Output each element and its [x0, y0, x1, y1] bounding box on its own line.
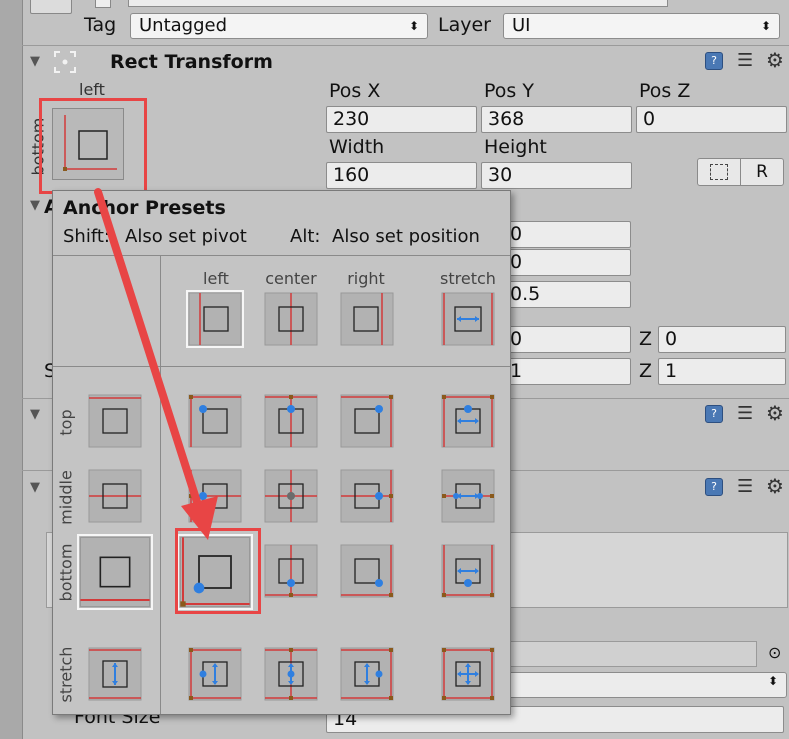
tag-dropdown[interactable]: Untagged ⬍ — [130, 13, 428, 39]
book-icon[interactable]: ? — [705, 52, 723, 70]
foldout-arrow-icon[interactable]: ▼ — [30, 54, 40, 69]
rect-transform-title: Rect Transform — [110, 51, 273, 73]
row-head-top: top — [56, 409, 76, 436]
anchor-min-field[interactable]: 0 — [503, 221, 631, 248]
rect-transform-icon — [52, 49, 78, 75]
dropdown-arrow-icon: ⬍ — [767, 674, 778, 688]
rotation-y-field[interactable]: 0 — [503, 326, 631, 353]
anchor-h-label: left — [79, 80, 105, 99]
preset-v-stretch[interactable] — [88, 647, 142, 701]
anchor-presets-popup: Anchor Presets Shift: Also set pivot Alt… — [52, 190, 511, 715]
preset-h-left[interactable] — [186, 290, 244, 348]
pos-z-field[interactable]: 0 — [636, 106, 787, 133]
preset-middle-left[interactable] — [188, 469, 242, 523]
sliders-icon[interactable]: ☰ — [737, 403, 753, 424]
preset-middle-right[interactable] — [340, 469, 394, 523]
col-head-center: center — [265, 269, 317, 288]
shift-hint: Also set pivot — [125, 226, 247, 247]
gear-icon[interactable]: ⚙ — [766, 474, 784, 498]
preset-v-bottom[interactable] — [77, 534, 153, 610]
tag-label: Tag — [84, 14, 117, 36]
pos-x-field[interactable]: 230 — [326, 106, 477, 133]
preset-bottom-stretch[interactable] — [441, 544, 495, 598]
rotation-z-field[interactable]: 0 — [658, 326, 786, 353]
foldout-arrow-icon[interactable]: ▼ — [30, 407, 40, 422]
pos-z-label: Pos Z — [639, 80, 691, 102]
scale-z-field[interactable]: 1 — [658, 358, 786, 385]
preset-top-stretch[interactable] — [441, 394, 495, 448]
scale-y-field[interactable]: 1 — [503, 358, 631, 385]
shift-key-label: Shift: — [63, 226, 110, 247]
dropdown-arrow-icon: ⬍ — [760, 19, 771, 33]
preset-middle-center[interactable] — [264, 469, 318, 523]
book-icon[interactable]: ? — [705, 405, 723, 423]
preset-bottom-right[interactable] — [340, 544, 394, 598]
preset-h-right[interactable] — [340, 292, 394, 346]
popup-divider — [53, 366, 510, 367]
blueprint-icon — [710, 164, 728, 180]
pos-y-field[interactable]: 368 — [481, 106, 632, 133]
popup-divider — [53, 255, 510, 256]
dropdown-arrow-icon: ⬍ — [408, 19, 419, 33]
book-icon[interactable]: ? — [705, 478, 723, 496]
anchor-widget-highlight — [39, 98, 147, 194]
row-head-stretch: stretch — [56, 646, 76, 703]
font-style-dropdown[interactable]: ⬍ — [503, 672, 787, 698]
anchor-presets-title: Anchor Presets — [63, 197, 226, 219]
pos-x-label: Pos X — [329, 80, 381, 102]
row-head-middle: middle — [56, 470, 76, 525]
object-name-field[interactable] — [128, 0, 668, 7]
sliders-icon[interactable]: ☰ — [737, 50, 753, 71]
active-checkbox[interactable] — [95, 0, 111, 8]
pos-y-label: Pos Y — [484, 80, 534, 102]
preset-v-middle[interactable] — [88, 469, 142, 523]
rotation-z-label: Z — [639, 328, 653, 350]
gear-icon[interactable]: ⚙ — [766, 48, 784, 72]
anchors-foldout-arrow-icon[interactable]: ▼ — [30, 198, 40, 213]
layer-dropdown[interactable]: UI ⬍ — [503, 13, 780, 39]
alt-key-label: Alt: — [290, 226, 321, 247]
anchor-max-field[interactable]: 0 — [503, 249, 631, 276]
raw-edit-button[interactable]: R — [740, 158, 784, 186]
preset-top-center[interactable] — [264, 394, 318, 448]
preset-stretch-center[interactable] — [264, 647, 318, 701]
preset-stretch-left[interactable] — [188, 647, 242, 701]
row-head-bottom: bottom — [56, 543, 76, 602]
preset-h-stretch[interactable] — [441, 292, 495, 346]
preset-stretch-stretch[interactable] — [441, 647, 495, 701]
preset-h-center[interactable] — [264, 292, 318, 346]
layer-label: Layer — [438, 14, 491, 36]
pivot-field[interactable]: 0.5 — [503, 281, 631, 308]
width-label: Width — [329, 136, 385, 158]
col-head-stretch: stretch — [440, 269, 496, 288]
object-icon — [30, 0, 72, 14]
alt-hint: Also set position — [332, 226, 480, 247]
preset-stretch-right[interactable] — [340, 647, 394, 701]
col-head-right: right — [347, 269, 385, 288]
inspector-left-gutter — [0, 0, 23, 739]
preset-top-right[interactable] — [340, 394, 394, 448]
foldout-arrow-icon[interactable]: ▼ — [30, 480, 40, 495]
col-head-left: left — [203, 269, 229, 288]
height-label: Height — [484, 136, 547, 158]
height-field[interactable]: 30 — [481, 162, 632, 189]
section-divider — [22, 45, 789, 46]
scale-z-label: Z — [639, 360, 653, 382]
blueprint-mode-button[interactable] — [697, 158, 741, 186]
width-field[interactable]: 160 — [326, 162, 477, 189]
sliders-icon[interactable]: ☰ — [737, 476, 753, 497]
preset-bottom-center[interactable] — [264, 544, 318, 598]
popup-divider — [160, 255, 161, 714]
preset-top-left[interactable] — [188, 394, 242, 448]
preset-v-top[interactable] — [88, 394, 142, 448]
target-icon[interactable]: ⊙ — [768, 643, 781, 662]
preset-middle-stretch[interactable] — [441, 469, 495, 523]
layer-value: UI — [512, 15, 531, 36]
gear-icon[interactable]: ⚙ — [766, 401, 784, 425]
tag-value: Untagged — [139, 15, 228, 36]
font-field[interactable] — [503, 641, 757, 667]
selected-preset-highlight — [175, 528, 261, 614]
